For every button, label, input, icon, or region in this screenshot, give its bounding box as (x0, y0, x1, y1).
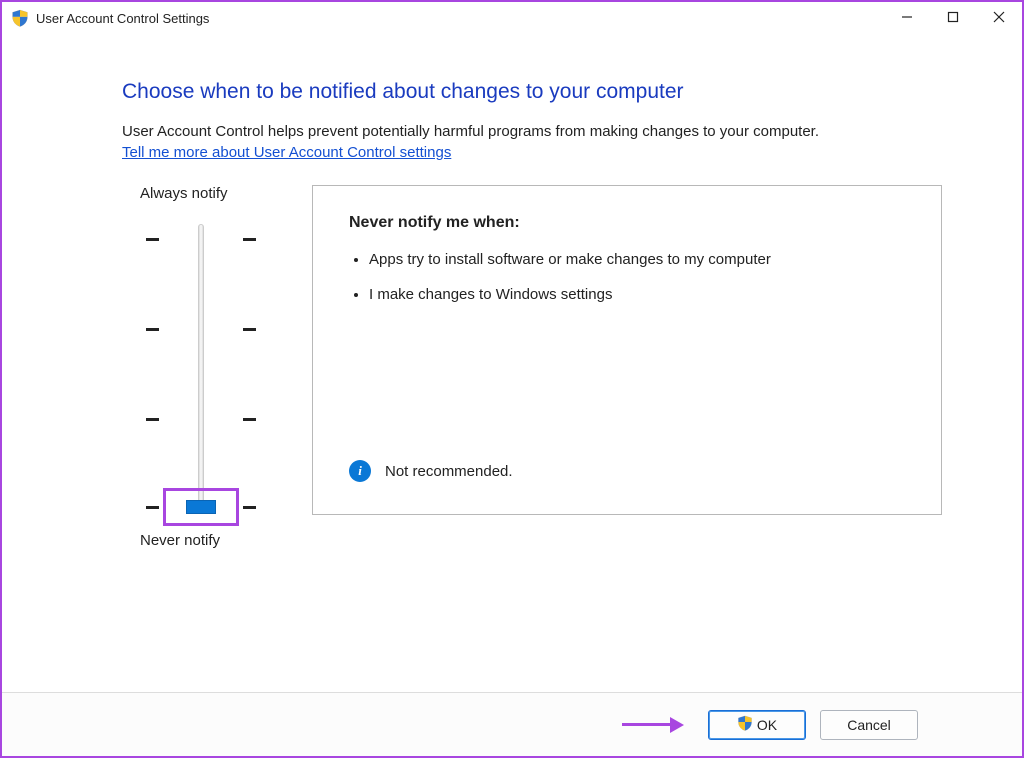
slider-column: Always notify Never notify (122, 185, 292, 549)
cancel-button-label: Cancel (847, 717, 891, 733)
dialog-footer: OK Cancel (2, 692, 1022, 756)
slider-track (198, 224, 204, 508)
detail-bullet: I make changes to Windows settings (369, 285, 919, 305)
window-controls (884, 2, 1022, 34)
window-title: User Account Control Settings (36, 11, 209, 26)
detail-bullet: Apps try to install software or make cha… (369, 250, 919, 270)
slider-tick (146, 418, 256, 420)
annotation-arrow (622, 717, 684, 733)
slider-tick (146, 328, 256, 330)
status-text: Not recommended. (385, 463, 513, 480)
status-row: i Not recommended. (349, 460, 919, 494)
detail-bullet-list: Apps try to install software or make cha… (369, 250, 919, 319)
slider-label-top: Always notify (140, 185, 228, 202)
notification-slider[interactable] (146, 216, 256, 516)
ok-button-label: OK (757, 717, 777, 733)
slider-thumb[interactable] (186, 500, 216, 514)
uac-shield-icon (737, 715, 753, 734)
uac-shield-icon (11, 9, 29, 27)
info-icon: i (349, 460, 371, 482)
maximize-button[interactable] (930, 2, 976, 32)
slider-label-bottom: Never notify (140, 532, 220, 549)
detail-title: Never notify me when: (349, 214, 919, 232)
slider-thumb-highlight (163, 488, 239, 526)
uac-window: User Account Control Settings Choose whe… (0, 0, 1024, 758)
mid-row: Always notify Never notify Never notify … (122, 185, 942, 549)
close-button[interactable] (976, 2, 1022, 32)
learn-more-link[interactable]: Tell me more about User Account Control … (122, 144, 942, 161)
titlebar: User Account Control Settings (2, 2, 1022, 34)
page-heading: Choose when to be notified about changes… (122, 80, 942, 104)
cancel-button[interactable]: Cancel (820, 710, 918, 740)
slider-tick (146, 238, 256, 240)
notification-detail-box: Never notify me when: Apps try to instal… (312, 185, 942, 515)
intro-text: User Account Control helps prevent poten… (122, 122, 942, 142)
minimize-button[interactable] (884, 2, 930, 32)
ok-button[interactable]: OK (708, 710, 806, 740)
content-area: Choose when to be notified about changes… (2, 34, 1022, 692)
